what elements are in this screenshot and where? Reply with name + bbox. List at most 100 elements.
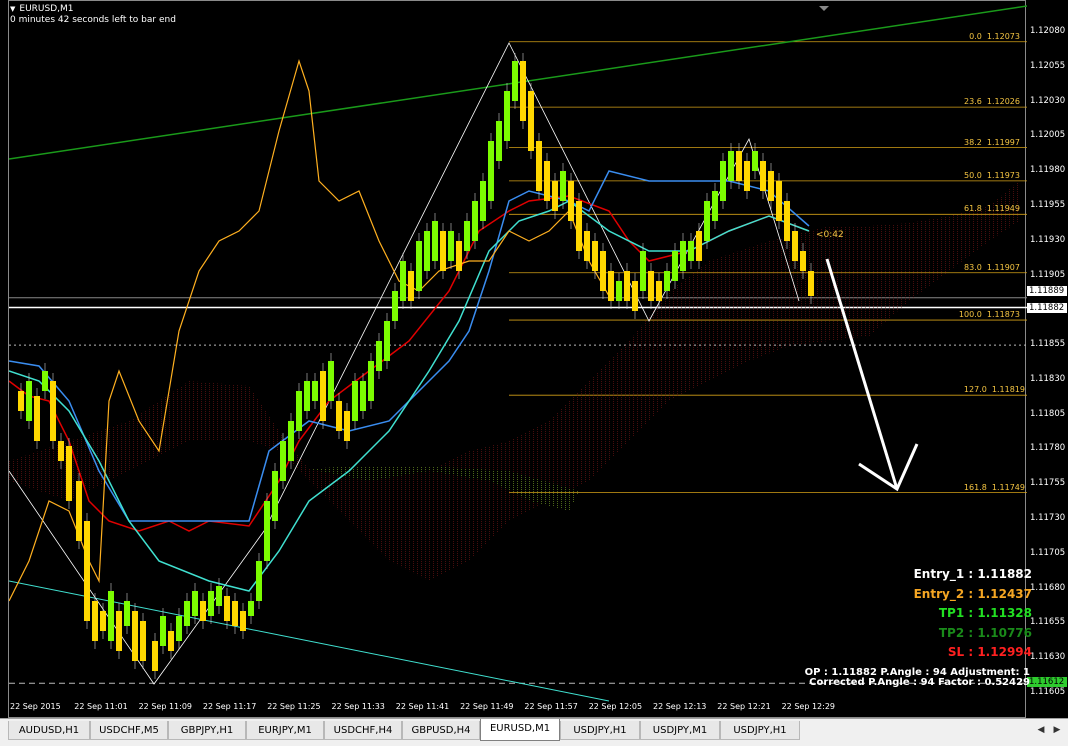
- candle-body: [512, 61, 518, 101]
- candle-body: [168, 631, 174, 651]
- price-tick-label: 1.12005: [1030, 130, 1066, 141]
- candle-body: [456, 241, 462, 271]
- candle-body: [124, 601, 130, 626]
- candle-body: [408, 271, 414, 301]
- candle-body: [464, 221, 470, 251]
- candle-body: [536, 141, 542, 191]
- sl-label: SL : 1.12994: [947, 645, 1032, 659]
- fib-level-label: 100.0 1.11873: [958, 310, 1020, 320]
- chart-tab[interactable]: USDJPY,M1: [640, 721, 720, 740]
- candle-body: [140, 621, 146, 661]
- entry2-label: Entry_2 : 1.12437: [913, 586, 1032, 601]
- candle-body: [116, 611, 122, 651]
- symbol-header: ▼ EURUSD,M1 0 minutes 42 seconds left to…: [10, 4, 176, 26]
- chart-tab[interactable]: USDJPY,H1: [560, 721, 640, 740]
- fib-level-label: 0.0 1.12073: [969, 31, 1020, 41]
- time-tick-label: 22 Sep 11:33: [331, 702, 385, 711]
- price-tick-label: 1.11730: [1030, 513, 1066, 524]
- chart-tab[interactable]: USDCHF,M5: [90, 721, 168, 740]
- tp2-label: TP2 : 1.10776: [938, 625, 1032, 640]
- candle-body: [760, 161, 766, 191]
- triangle-down-icon[interactable]: ▼: [10, 4, 15, 15]
- price-tick-label: 1.11605: [1030, 687, 1066, 697]
- candle-body: [184, 601, 190, 626]
- candle-body: [352, 381, 358, 421]
- projection-arrowhead: [858, 443, 919, 492]
- orange-line: [9, 58, 610, 602]
- time-axis: 22 Sep 2015 22 Sep 11:01 22 Sep 11:09 22 Se…: [8, 702, 1026, 718]
- candle-body: [496, 121, 502, 161]
- candle-body: [320, 371, 326, 421]
- candle-body: [26, 381, 32, 421]
- price-tick-label: 1.11755: [1030, 478, 1066, 489]
- signal-panel: Entry_1 : 1.11882 Entry_2 : 1.12437 TP1 …: [872, 565, 1032, 663]
- candle-body: [560, 171, 566, 201]
- candle-body: [200, 601, 206, 621]
- price-tick-label: 1.12030: [1030, 95, 1066, 106]
- chart-tab-bar: AUDUSD,H1 USDCHF,M5 GBPJPY,H1 EURJPY,M1 USDC…: [0, 718, 1068, 746]
- chart-tab[interactable]: AUDUSD,H1: [8, 721, 90, 740]
- scroll-marker: [819, 6, 829, 11]
- time-tick-label: 22 Sep 12:13: [653, 702, 707, 711]
- price-axis: 1.12080 1.12055 1.12030 1.12005 1.11980 1.119…: [1026, 0, 1068, 718]
- chart-tab[interactable]: GBPJPY,H1: [168, 721, 246, 740]
- price-tick-label: 1.11955: [1030, 199, 1066, 210]
- candle-body: [720, 161, 726, 201]
- candle-body: [416, 241, 422, 291]
- candle-body: [392, 291, 398, 321]
- candle-body: [18, 391, 24, 411]
- bar-countdown: 0 minutes 42 seconds left to bar end: [10, 15, 176, 25]
- symbol-title: EURUSD,M1: [19, 4, 74, 14]
- chart-tab[interactable]: USDCHF,H4: [324, 721, 402, 740]
- candle-body: [248, 601, 254, 616]
- candle-body: [216, 586, 222, 606]
- chart-tab[interactable]: EURUSD,M1: [480, 719, 560, 741]
- price-tick-label: 1.11855: [1030, 339, 1066, 350]
- candle-body: [704, 201, 710, 241]
- candle-body: [672, 251, 678, 281]
- entry1-label: Entry_1 : 1.11882: [913, 567, 1032, 581]
- time-tick-label: 22 Sep 11:41: [395, 702, 450, 711]
- level-label: 1.11612: [1027, 677, 1067, 688]
- chart-tab[interactable]: GBPUSD,H4: [402, 721, 480, 740]
- chart-tab[interactable]: USDJPY,H1: [720, 721, 800, 740]
- candle-body: [176, 616, 182, 641]
- price-tick-label: 1.11805: [1030, 408, 1066, 419]
- candle-body: [432, 221, 438, 261]
- candle-body: [768, 171, 774, 201]
- candle-body: [664, 271, 670, 291]
- time-tick-label: 22 Sep 12:21: [717, 702, 771, 711]
- candle-body: [152, 641, 158, 671]
- chevron-right-icon[interactable]: ▶: [1050, 723, 1064, 737]
- chart-tab[interactable]: EURJPY,M1: [246, 721, 324, 740]
- candle-body: [584, 231, 590, 261]
- candle-body: [224, 596, 230, 621]
- candle-body: [528, 91, 534, 151]
- candle-body: [696, 231, 702, 261]
- ask-label: 1.11882: [1027, 302, 1067, 313]
- candle-body: [752, 151, 758, 171]
- candle-body: [42, 371, 48, 391]
- candle-body: [376, 341, 382, 371]
- fib-level-label: 127.0 1.11819: [963, 385, 1025, 395]
- candle-body: [440, 231, 446, 271]
- candle-body: [336, 401, 342, 431]
- candle-body: [648, 271, 654, 301]
- candle-body: [368, 361, 374, 401]
- candle-body: [272, 471, 278, 521]
- candle-body: [92, 601, 98, 641]
- candle-body: [280, 441, 286, 481]
- fib-level-label: 23.6 1.12026: [964, 97, 1020, 107]
- chevron-left-icon[interactable]: ◀: [1034, 723, 1048, 737]
- candle-body: [240, 611, 246, 631]
- candle-body: [344, 411, 350, 441]
- candle-body: [424, 231, 430, 271]
- fib-level-label: 50.0 1.11973: [964, 170, 1020, 180]
- angle-info: OP : 1.11882 P.Angle : 94 Adjustment: 1 …: [760, 668, 1030, 688]
- candle-body: [256, 561, 262, 601]
- candle-body: [208, 591, 214, 616]
- candle-body: [792, 231, 798, 261]
- candle-body: [600, 251, 606, 291]
- candle-body: [728, 151, 734, 181]
- candle-body: [656, 281, 662, 301]
